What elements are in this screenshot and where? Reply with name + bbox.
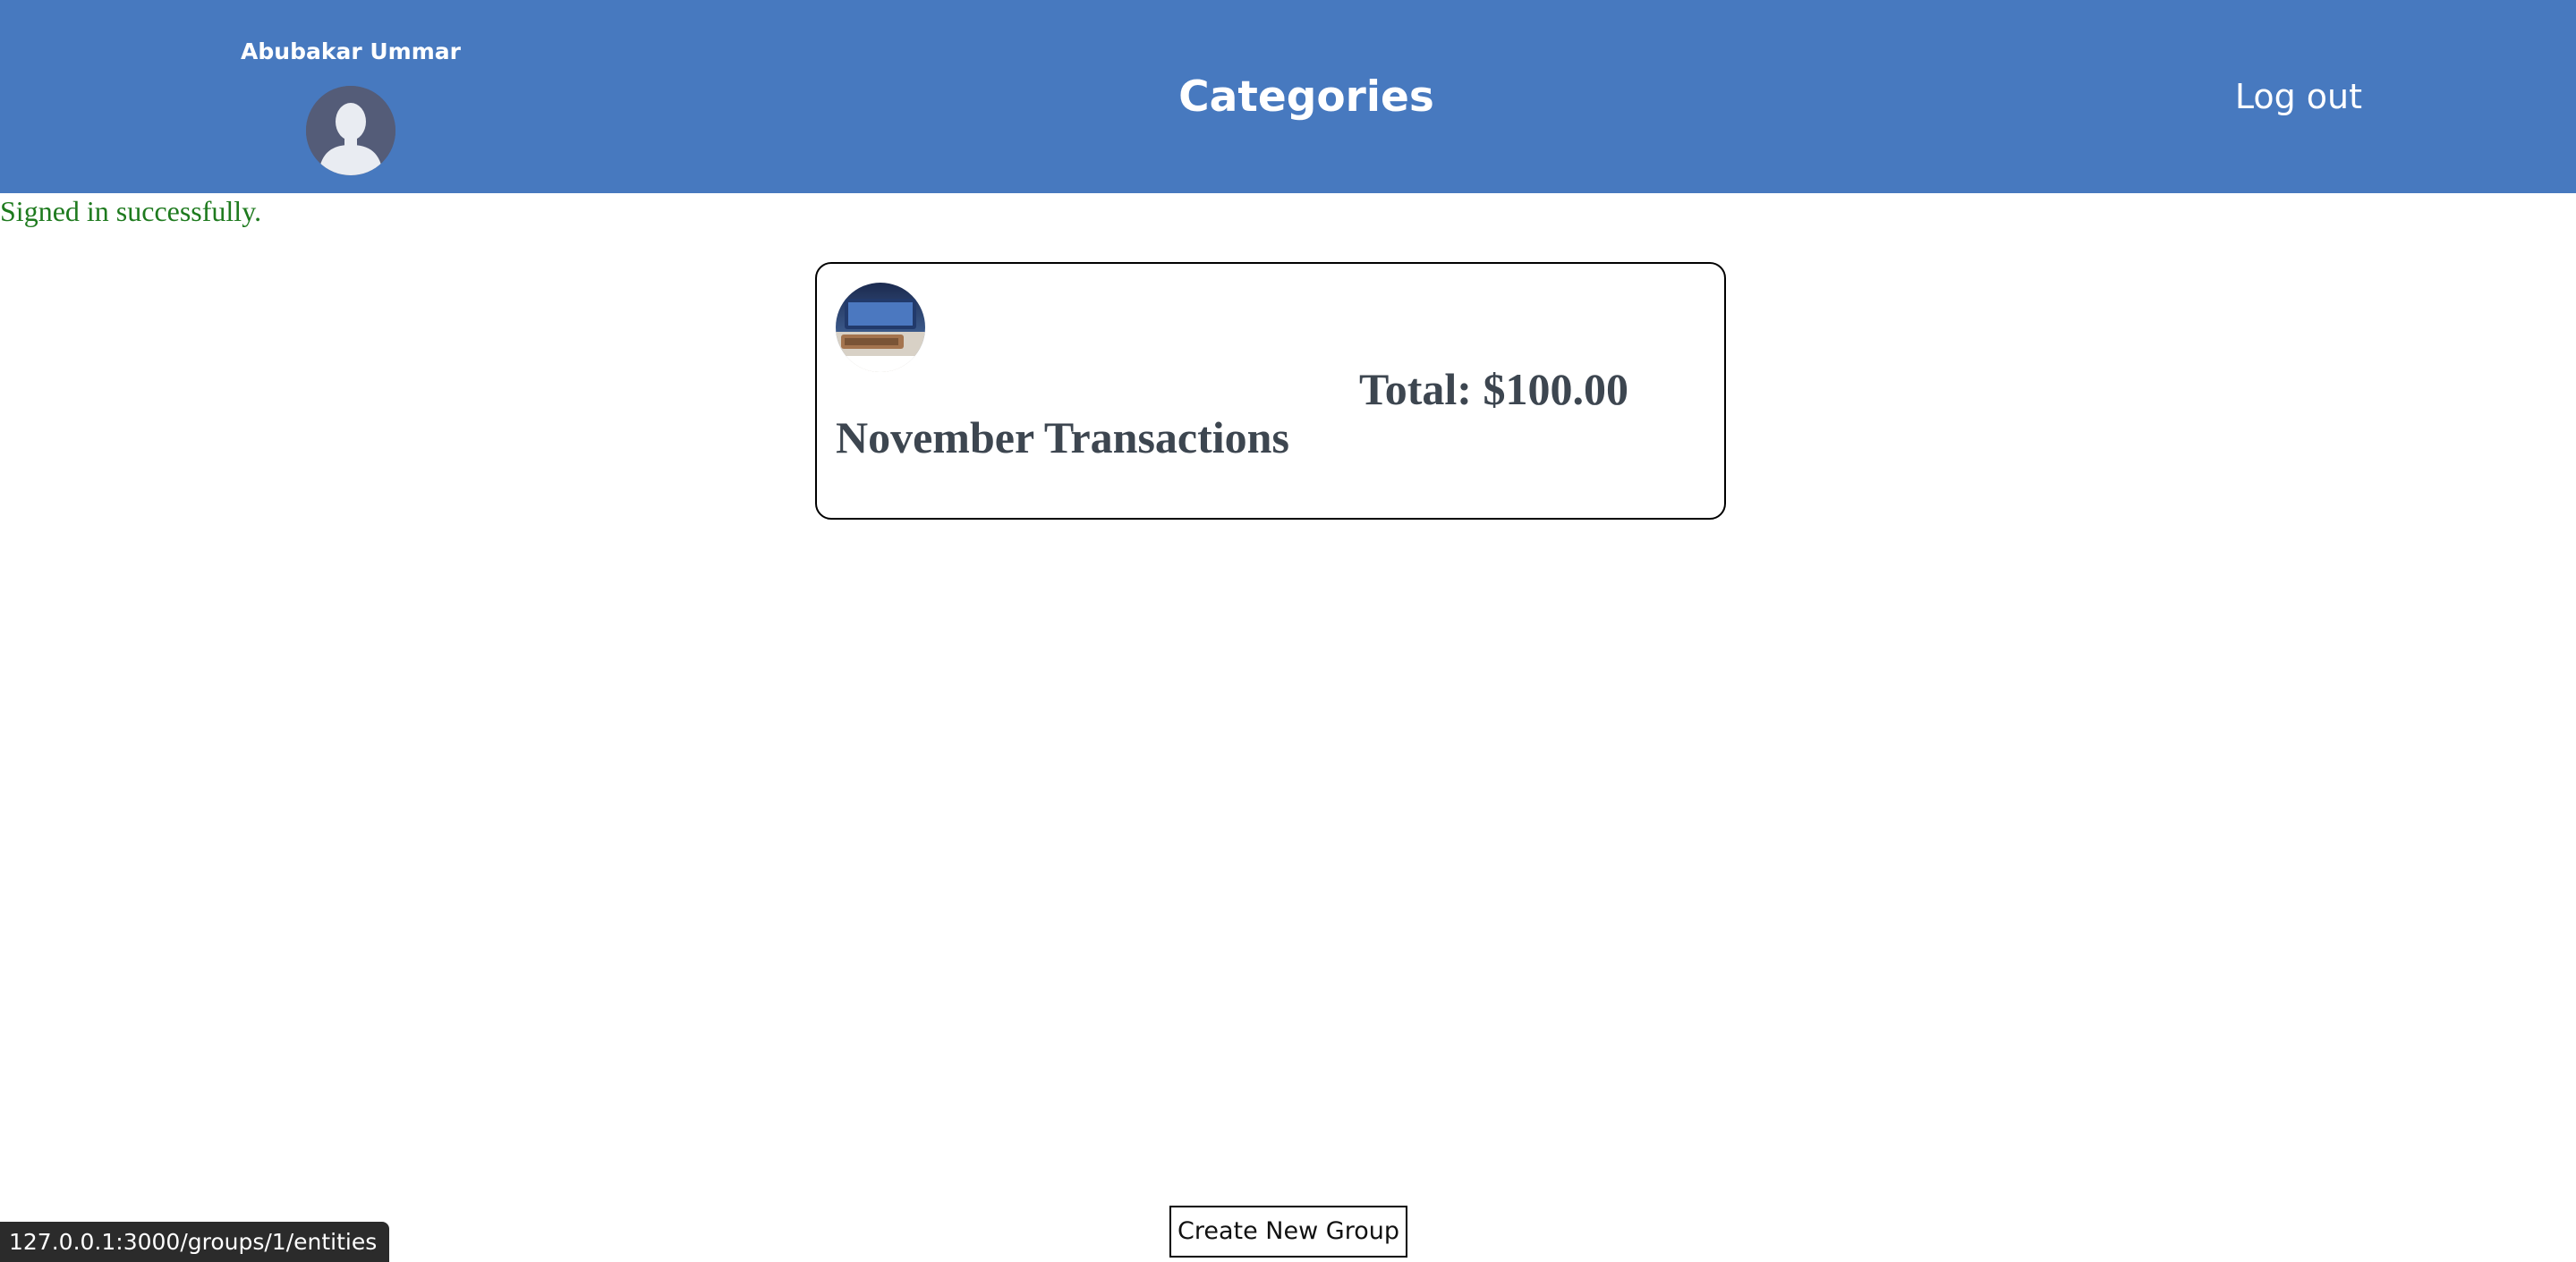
logout-link[interactable]: Log out bbox=[2130, 70, 2362, 123]
category-card[interactable]: Total: $100.00 November Transactions bbox=[815, 262, 1726, 520]
browser-status-url: 127.0.0.1:3000/groups/1/entities bbox=[0, 1222, 390, 1262]
app-header: Abubakar Ummar Categories Log out bbox=[0, 0, 2576, 193]
user-avatar-icon bbox=[306, 86, 395, 175]
flash-notice: Signed in successfully. bbox=[0, 195, 262, 227]
create-new-group-button[interactable]: Create New Group bbox=[1169, 1206, 1407, 1258]
category-name[interactable]: November Transactions bbox=[836, 411, 1289, 464]
page-title: Categories bbox=[1178, 72, 1434, 122]
category-total: Total: $100.00 bbox=[1359, 364, 1628, 414]
category-thumbnail-icon bbox=[836, 283, 925, 372]
user-name: Abubakar Ummar bbox=[241, 38, 461, 64]
